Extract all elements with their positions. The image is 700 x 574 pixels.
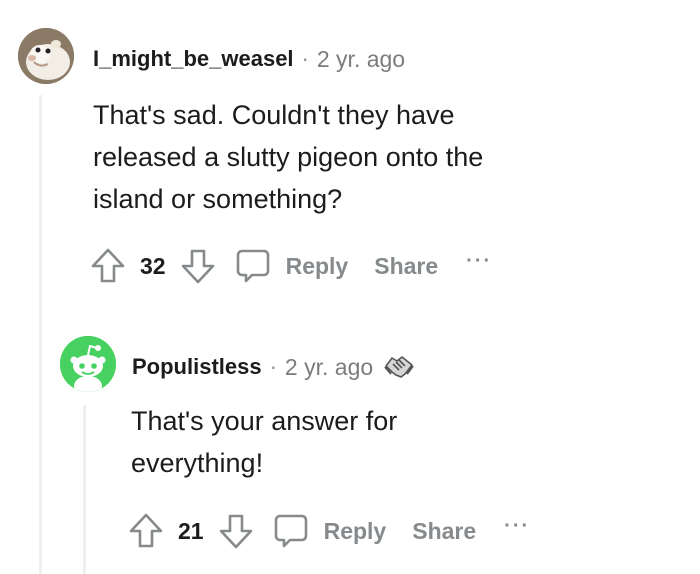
thread-line-root[interactable]: [39, 95, 42, 574]
timestamp[interactable]: 2 yr. ago: [317, 46, 405, 73]
comment-body: That's sad. Couldn't they have released …: [93, 94, 483, 220]
comment-line: released a slutty pigeon onto the: [93, 142, 484, 172]
comment-line: That's your answer for: [131, 406, 398, 436]
handshake-award-icon[interactable]: [383, 352, 415, 382]
downvote-arrow-icon: [219, 514, 252, 549]
upvote-button[interactable]: [128, 512, 164, 550]
snoo-avatar-icon: [60, 336, 116, 392]
share-button[interactable]: Share: [374, 253, 438, 280]
comment-actions: 21 Reply Share ···: [128, 511, 530, 551]
reply-button[interactable]: Reply: [272, 512, 387, 550]
reply-button[interactable]: Reply: [234, 247, 349, 285]
comment-actions: 32 Reply Share ···: [90, 246, 492, 286]
comment-bubble-icon: [274, 514, 307, 548]
upvote-arrow-icon: [91, 248, 125, 283]
meta-separator: ·: [301, 46, 309, 71]
comment-bubble-icon: [236, 249, 269, 283]
upvote-button[interactable]: [90, 247, 126, 285]
comment-body: That's your answer for everything!: [131, 400, 397, 484]
vote-score: 32: [140, 252, 166, 279]
comment-line: island or something?: [93, 184, 343, 214]
weasel-avatar-icon: [18, 28, 74, 84]
more-options-button[interactable]: ···: [504, 515, 530, 538]
thread-line-reply[interactable]: [83, 405, 86, 574]
vote-score: 21: [178, 517, 204, 544]
timestamp[interactable]: 2 yr. ago: [285, 354, 373, 381]
downvote-button[interactable]: [218, 512, 254, 550]
comment-line: everything!: [131, 448, 264, 478]
comment-meta: Populistless · 2 yr. ago: [132, 352, 415, 382]
reply-label: Reply: [285, 252, 349, 279]
avatar[interactable]: [18, 28, 74, 84]
upvote-arrow-icon: [129, 513, 163, 548]
downvote-arrow-icon: [181, 249, 214, 284]
more-options-button[interactable]: ···: [466, 250, 492, 273]
author-name[interactable]: I_might_be_weasel: [93, 46, 294, 72]
author-name[interactable]: Populistless: [132, 354, 262, 380]
comment-meta: I_might_be_weasel · 2 yr. ago: [93, 44, 405, 74]
reply-label: Reply: [323, 517, 387, 544]
avatar[interactable]: [60, 336, 116, 392]
comment-line: That's sad. Couldn't they have: [93, 100, 455, 130]
share-button[interactable]: Share: [412, 518, 476, 545]
downvote-button[interactable]: [180, 247, 216, 285]
meta-separator: ·: [269, 354, 277, 379]
